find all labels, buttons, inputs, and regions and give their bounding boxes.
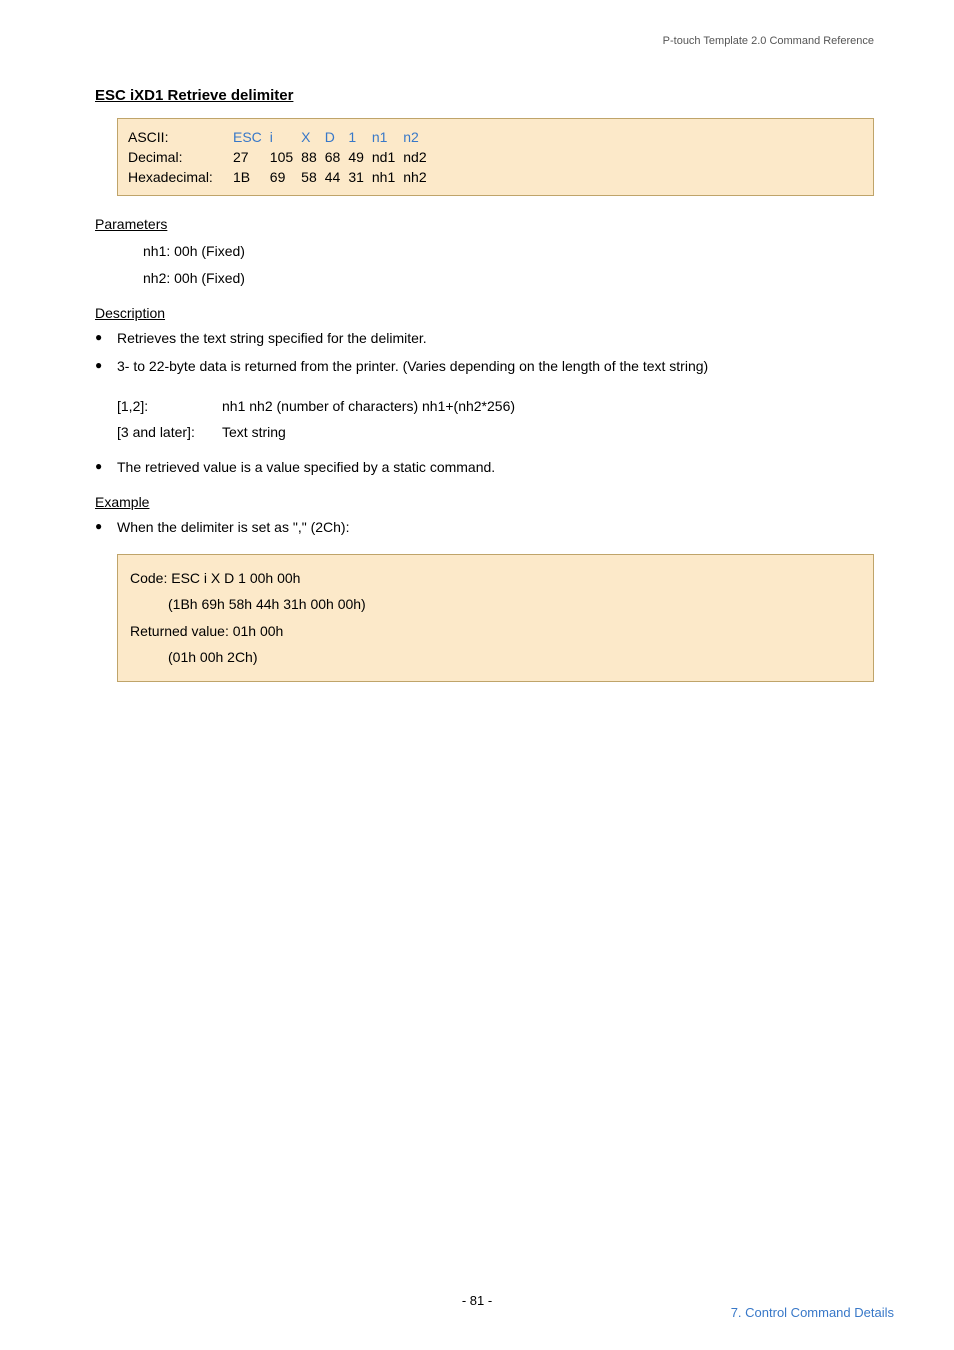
row-label: Hexadecimal: (128, 167, 233, 187)
subitem-key: [1,2]: (117, 393, 222, 420)
subitem-row: [1,2]: nh1 nh2 (number of characters) nh… (117, 393, 874, 420)
bullet-item: 3- to 22-byte data is returned from the … (95, 355, 874, 379)
bullet-item: The retrieved value is a value specified… (95, 456, 874, 480)
bullet-item: When the delimiter is set as "," (2Ch): (95, 516, 874, 540)
description-heading: Description (95, 305, 874, 321)
subitem-val: Text string (222, 419, 286, 446)
cell: 49 (348, 147, 372, 167)
cell: 1 (348, 127, 372, 147)
description-bullets-after: The retrieved value is a value specified… (95, 456, 874, 480)
description-bullets: Retrieves the text string specified for … (95, 327, 874, 379)
table-row: ASCII: ESC i X D 1 n1 n2 (128, 127, 435, 147)
bullet-item: Retrieves the text string specified for … (95, 327, 874, 351)
page-header: P-touch Template 2.0 Command Reference (0, 0, 954, 47)
cell: n1 (372, 127, 403, 147)
example-line: (01h 00h 2Ch) (168, 644, 861, 671)
subitem-key: [3 and later]: (117, 419, 222, 446)
command-code-box: ASCII: ESC i X D 1 n1 n2 Decimal: 27 105… (117, 118, 874, 196)
row-label: ASCII: (128, 127, 233, 147)
cell: 31 (348, 167, 372, 187)
cell: nh1 (372, 167, 403, 187)
cell: D (325, 127, 349, 147)
page-content: ESC iXD1 Retrieve delimiter ASCII: ESC i… (0, 47, 954, 682)
example-bullets: When the delimiter is set as "," (2Ch): (95, 516, 874, 540)
cell: nd1 (372, 147, 403, 167)
cell: 1B (233, 167, 270, 187)
table-row: Decimal: 27 105 88 68 49 nd1 nd2 (128, 147, 435, 167)
parameters-heading: Parameters (95, 216, 874, 232)
cell: 27 (233, 147, 270, 167)
cell: nh2 (403, 167, 434, 187)
param-line: nh2: 00h (Fixed) (143, 265, 874, 292)
section-title: ESC iXD1 Retrieve delimiter (95, 87, 874, 104)
example-line: Code: ESC i X D 1 00h 00h (130, 565, 861, 592)
code-table: ASCII: ESC i X D 1 n1 n2 Decimal: 27 105… (128, 127, 435, 187)
cell: 88 (301, 147, 325, 167)
cell: nd2 (403, 147, 434, 167)
header-text: P-touch Template 2.0 Command Reference (663, 35, 874, 47)
row-label: Decimal: (128, 147, 233, 167)
table-row: Hexadecimal: 1B 69 58 44 31 nh1 nh2 (128, 167, 435, 187)
cell: X (301, 127, 325, 147)
example-heading: Example (95, 494, 874, 510)
param-line: nh1: 00h (Fixed) (143, 238, 874, 265)
chapter-label: 7. Control Command Details (731, 1305, 894, 1320)
cell: 69 (270, 167, 301, 187)
description-subitems: [1,2]: nh1 nh2 (number of characters) nh… (117, 393, 874, 446)
cell: 105 (270, 147, 301, 167)
example-line: Returned value: 01h 00h (130, 618, 861, 645)
cell: ESC (233, 127, 270, 147)
subitem-val: nh1 nh2 (number of characters) nh1+(nh2*… (222, 393, 515, 420)
cell: i (270, 127, 301, 147)
cell: 68 (325, 147, 349, 167)
subitem-row: [3 and later]: Text string (117, 419, 874, 446)
cell: 44 (325, 167, 349, 187)
cell: 58 (301, 167, 325, 187)
example-line: (1Bh 69h 58h 44h 31h 00h 00h) (168, 591, 861, 618)
cell: n2 (403, 127, 434, 147)
example-code-box: Code: ESC i X D 1 00h 00h (1Bh 69h 58h 4… (117, 554, 874, 682)
parameters-block: nh1: 00h (Fixed) nh2: 00h (Fixed) (143, 238, 874, 291)
